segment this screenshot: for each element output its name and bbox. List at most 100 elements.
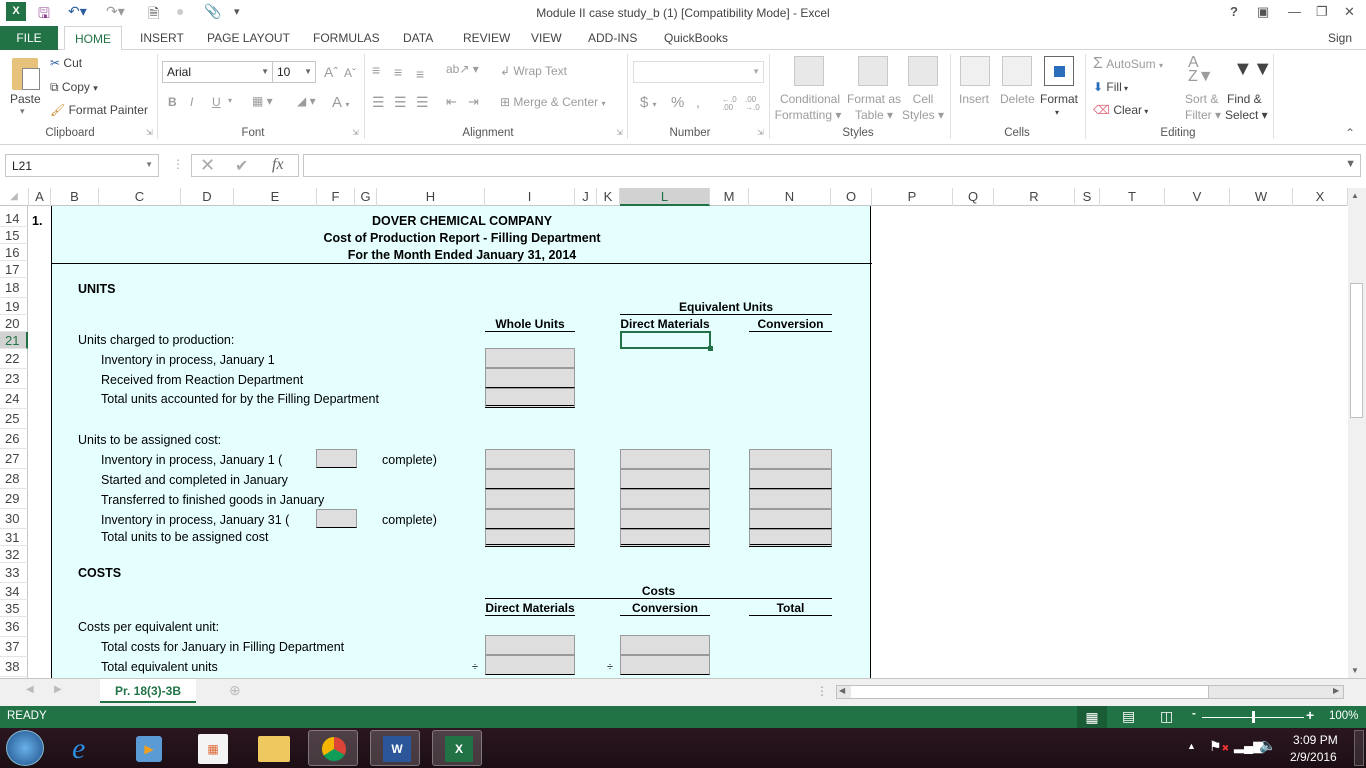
underline-dropdown-icon[interactable]: ▾ xyxy=(228,96,232,105)
scroll-up-icon[interactable]: ▲ xyxy=(1351,191,1359,200)
action-center-flag-icon[interactable]: ⚑✖ xyxy=(1209,738,1229,755)
row-header[interactable]: 27 xyxy=(0,449,28,469)
number-format-select[interactable]: ▼ xyxy=(633,61,764,83)
row-header[interactable]: 29 xyxy=(0,489,28,509)
row-header[interactable]: 18 xyxy=(0,278,28,298)
wrap-text-button[interactable]: ↲ Wrap Text xyxy=(500,64,567,78)
fill-button[interactable]: ⬇ Fill ▾ xyxy=(1093,80,1128,94)
column-header[interactable]: B xyxy=(51,188,99,206)
column-header[interactable]: I xyxy=(485,188,575,206)
percent-complete-input[interactable] xyxy=(316,449,357,468)
insert-function-button[interactable]: fx xyxy=(272,156,284,174)
help-icon[interactable]: ? xyxy=(1230,4,1238,19)
align-left-icon[interactable]: ☰ xyxy=(372,94,385,111)
input-cell[interactable] xyxy=(620,469,710,489)
show-hidden-icons[interactable]: ▲ xyxy=(1187,741,1196,751)
grow-font-icon[interactable]: Aˆ xyxy=(324,64,338,80)
input-cell[interactable] xyxy=(485,449,575,469)
row-header[interactable]: 22 xyxy=(0,349,28,369)
column-header[interactable]: S xyxy=(1075,188,1100,206)
start-button[interactable] xyxy=(6,730,44,766)
column-header[interactable]: Q xyxy=(953,188,994,206)
word-taskbar-button[interactable]: W xyxy=(370,730,420,766)
decrease-decimal-button[interactable]: .00 →.0 xyxy=(745,96,763,112)
currency-button[interactable]: $ ▾ xyxy=(640,94,657,111)
column-header[interactable]: H xyxy=(377,188,485,206)
font-color-button[interactable]: A ▾ xyxy=(332,94,349,111)
row-header[interactable]: 32 xyxy=(0,546,28,563)
middle-align-icon[interactable]: ≡ xyxy=(394,64,402,80)
horizontal-scroll-thumb[interactable] xyxy=(851,686,1209,698)
column-header[interactable]: P xyxy=(872,188,953,206)
input-cell[interactable] xyxy=(485,509,575,529)
zoom-level[interactable]: 100% xyxy=(1329,710,1358,722)
input-cell[interactable] xyxy=(485,368,575,388)
scroll-right-icon[interactable]: ▶ xyxy=(1333,686,1339,695)
column-header[interactable]: W xyxy=(1230,188,1293,206)
column-header[interactable]: R xyxy=(994,188,1075,206)
formula-bar-grip[interactable]: ⋮ xyxy=(172,157,184,171)
minimize-icon[interactable]: — xyxy=(1288,4,1301,19)
input-cell[interactable] xyxy=(620,489,710,509)
tab-split-handle[interactable]: ⋮ xyxy=(816,684,828,698)
input-cell[interactable] xyxy=(620,509,710,529)
fill-color-icon[interactable]: ◢ ▾ xyxy=(297,94,316,108)
apps-icon[interactable]: ▦ xyxy=(198,734,228,764)
row-header[interactable]: 38 xyxy=(0,657,28,677)
italic-button[interactable]: I xyxy=(190,95,193,109)
percent-button[interactable]: % xyxy=(671,94,684,111)
input-cell[interactable] xyxy=(749,489,832,509)
top-align-icon[interactable]: ≡ xyxy=(372,62,380,78)
row-header[interactable]: 17 xyxy=(0,261,28,278)
input-cell[interactable] xyxy=(749,529,832,547)
row-header[interactable]: 23 xyxy=(0,369,28,389)
increase-indent-icon[interactable]: ⇥ xyxy=(468,94,479,110)
normal-view-icon[interactable]: ▦ xyxy=(1077,706,1107,728)
formula-input[interactable]: ▼ xyxy=(303,154,1361,177)
column-header[interactable]: F xyxy=(317,188,355,206)
shrink-font-icon[interactable]: Aˇ xyxy=(344,66,356,80)
horizontal-scrollbar[interactable]: ◀ ▶ xyxy=(836,685,1344,699)
row-header[interactable]: 37 xyxy=(0,637,28,657)
volume-icon[interactable]: 🔈 xyxy=(1259,737,1276,754)
input-cell[interactable] xyxy=(485,635,575,655)
decrease-indent-icon[interactable]: ⇤ xyxy=(446,94,457,110)
zoom-slider-thumb[interactable] xyxy=(1252,711,1255,723)
chrome-taskbar-button[interactable] xyxy=(308,730,358,766)
name-box[interactable]: L21 ▼ xyxy=(5,154,159,177)
cancel-icon[interactable]: ✕ xyxy=(200,155,215,176)
page-layout-view-icon[interactable]: ▤ xyxy=(1122,708,1135,725)
clock-date[interactable]: 2/9/2016 xyxy=(1290,750,1337,764)
align-right-icon[interactable]: ☰ xyxy=(416,94,429,111)
row-header[interactable]: 34 xyxy=(0,583,28,600)
tab-page-layout[interactable]: PAGE LAYOUT xyxy=(203,26,294,50)
clear-button[interactable]: ⌫ Clear ▾ xyxy=(1093,103,1148,117)
merge-center-button[interactable]: ⊞ Merge & Center ▾ xyxy=(500,95,605,109)
column-header[interactable]: M xyxy=(710,188,749,206)
show-desktop-button[interactable] xyxy=(1354,730,1364,766)
prev-sheet-icon[interactable]: ◀ xyxy=(26,684,34,695)
collapse-ribbon-icon[interactable]: ⌃ xyxy=(1345,126,1355,140)
column-header[interactable]: X xyxy=(1293,188,1348,206)
bold-button[interactable]: B xyxy=(168,95,177,109)
media-player-icon[interactable]: ▶ xyxy=(136,736,162,762)
selected-cell-L21[interactable] xyxy=(620,331,713,351)
input-cell[interactable] xyxy=(749,469,832,489)
ribbon-display-icon[interactable]: ▣ xyxy=(1257,4,1269,20)
copy-button[interactable]: ⧉ Copy ▾ xyxy=(50,80,98,95)
input-cell[interactable] xyxy=(620,635,710,655)
select-all-button[interactable]: ◢ xyxy=(0,188,29,206)
cut-button[interactable]: ✂ Cut xyxy=(50,56,82,70)
file-explorer-icon[interactable] xyxy=(258,736,290,762)
input-cell[interactable] xyxy=(485,655,575,675)
tab-insert[interactable]: INSERT xyxy=(136,26,188,50)
next-sheet-icon[interactable]: ▶ xyxy=(54,684,62,695)
row-header[interactable]: 33 xyxy=(0,563,28,583)
row-header[interactable]: 36 xyxy=(0,617,28,637)
column-header[interactable]: T xyxy=(1100,188,1165,206)
row-header[interactable]: 28 xyxy=(0,469,28,489)
orientation-icon[interactable]: ab↗ ▾ xyxy=(446,62,479,76)
row-header[interactable]: 19 xyxy=(0,298,28,315)
column-header[interactable]: V xyxy=(1165,188,1230,206)
tab-formulas[interactable]: FORMULAS xyxy=(309,26,384,50)
